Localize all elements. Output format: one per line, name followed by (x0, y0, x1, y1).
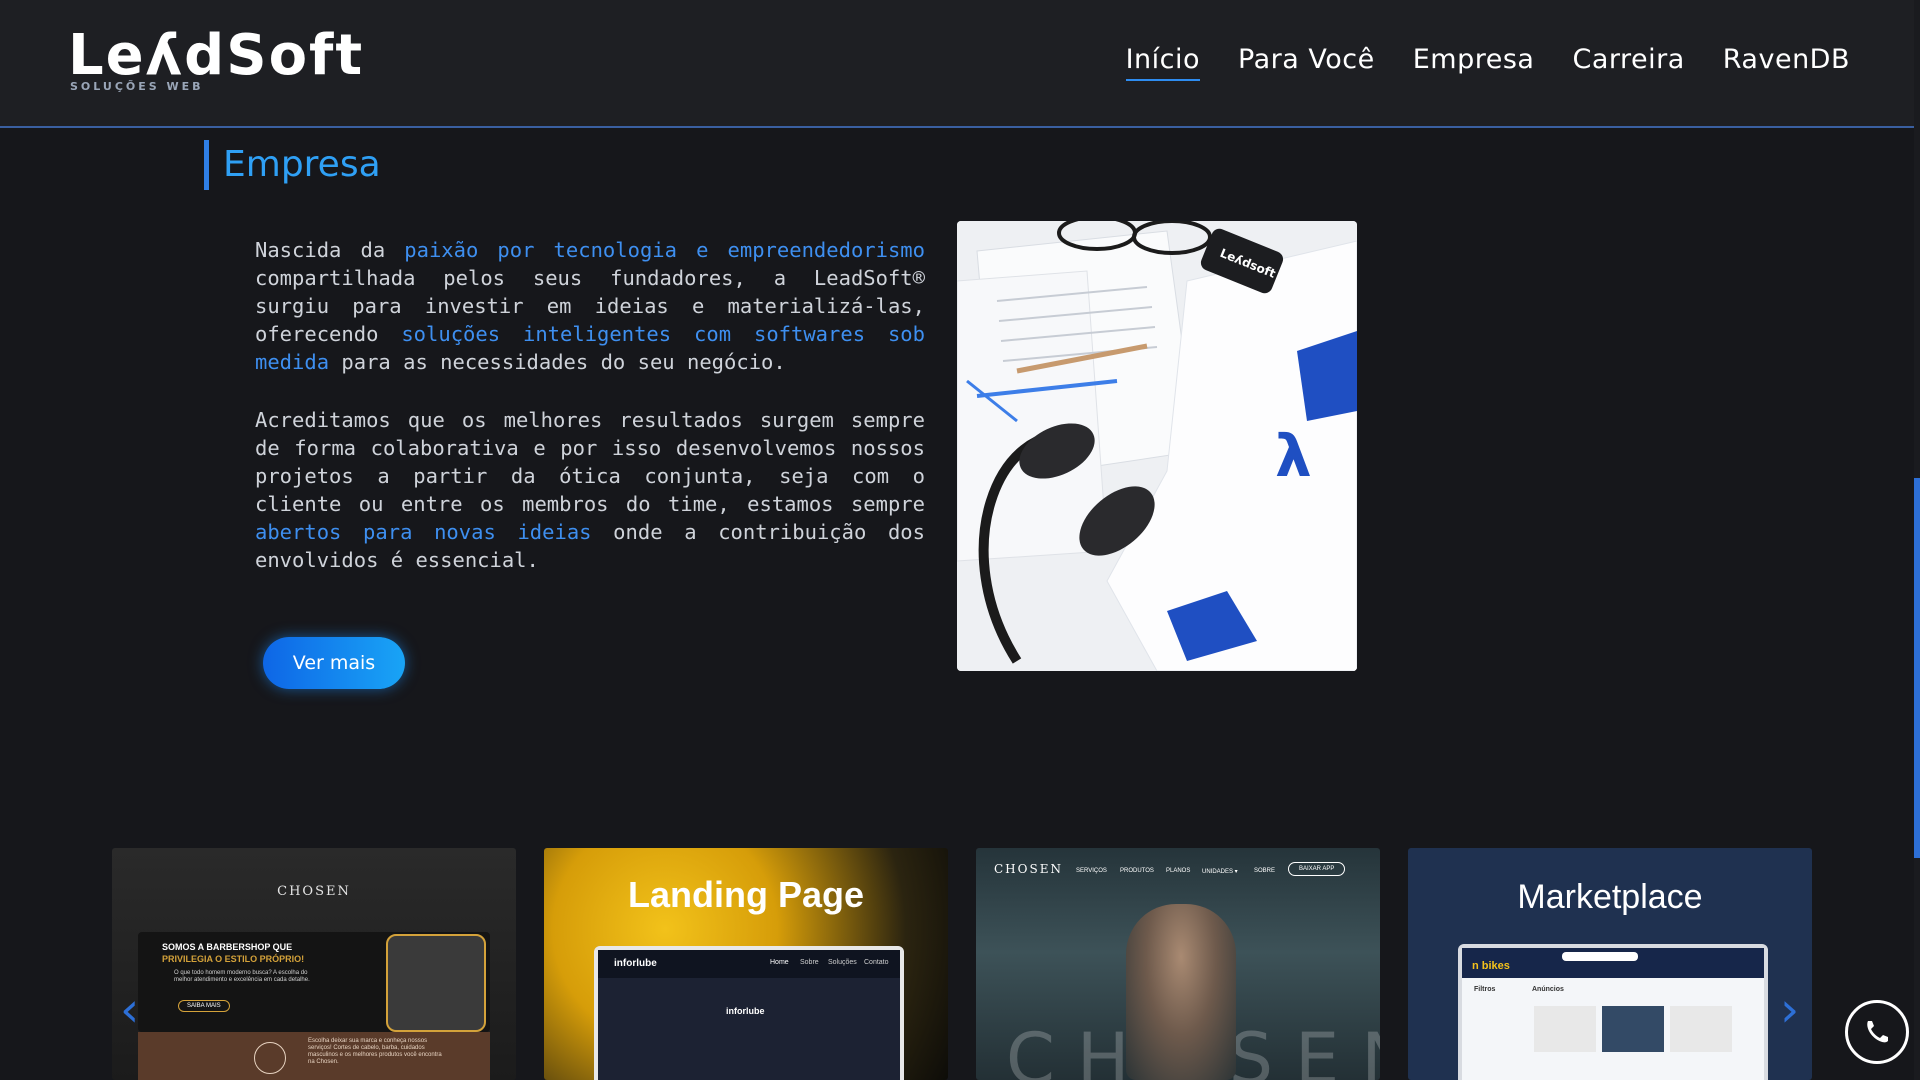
card2-nav-home: Home (770, 959, 789, 966)
p2-text-a: Acreditamos que os melhores resultados s… (255, 408, 925, 516)
p1-text-a: Nascida da (255, 238, 405, 262)
card1-text: O que todo homem moderno busca? A escolh… (174, 970, 310, 983)
card1-footer-text: Escolha deixar sua marca e conheça nosso… (308, 1038, 442, 1065)
card2-nav-contato: Contato (864, 959, 889, 966)
card4-listing-2 (1602, 1006, 1664, 1052)
card4-mockup-nav: n bikes (1462, 948, 1764, 978)
card2-nav-solucoes: Soluções (828, 959, 857, 966)
card4-search-bar (1562, 952, 1638, 961)
card3-baixar-app-button[interactable]: BAIXAR APP (1288, 862, 1346, 876)
card3-nav-planos: PLANOS (1166, 868, 1191, 874)
company-paragraph-1: Nascida da paixão por tecnologia e empre… (255, 236, 925, 376)
section-title: Empresa (204, 140, 381, 190)
card3-nav-unidades: UNIDADES ▾ (1202, 869, 1238, 875)
portfolio-card-marketplace[interactable]: Marketplace n bikes Filtros Anúncios (1408, 848, 1812, 1080)
card4-listings-title: Anúncios (1532, 986, 1564, 993)
nav-item-empresa[interactable]: Empresa (1413, 44, 1535, 81)
card3-nav-servicos: SERVIÇOS (1076, 868, 1107, 874)
card2-mockup-nav: inforlube Home Sobre Soluções Contato (598, 950, 900, 978)
card1-brand: CHOSEN (277, 884, 351, 899)
nav-item-carreira[interactable]: Carreira (1572, 44, 1684, 81)
carousel-next-icon[interactable]: › (1780, 982, 1799, 1038)
card1-video-thumb (386, 934, 486, 1032)
main-nav: Início Para Você Empresa Carreira RavenD… (1125, 44, 1850, 81)
nav-item-inicio[interactable]: Início (1125, 44, 1201, 81)
p2-highlight: abertos para novas ideias (255, 520, 592, 544)
card1-button[interactable]: SAIBA MAIS (178, 1000, 230, 1012)
card1-tagline: PRIVILEGIA O ESTILO PRÓPRIO! (162, 954, 305, 964)
card2-mockup: inforlube Home Sobre Soluções Contato in… (594, 946, 904, 1080)
company-photo: λ Leʎdsoft (957, 221, 1357, 671)
card1-hero: SOMOS A BARBERSHOP QUE PRIVILEGIA O ESTI… (138, 932, 490, 1032)
p1-text-c: para as necessidades do seu negócio. (329, 350, 786, 374)
portfolio-carousel: CHOSEN SOMOS A BARBERSHOP QUE PRIVILEGIA… (112, 848, 1812, 1080)
card2-nav-sobre: Sobre (800, 959, 819, 966)
logo-text: LeʎdSoft (68, 23, 365, 88)
card3-nav-produtos: PRODUTOS (1120, 868, 1154, 874)
p1-highlight-a: paixão por tecnologia e empreendedorismo (404, 238, 925, 262)
card2-hero-brand: inforlube (726, 1006, 765, 1016)
card4-brand: n bikes (1472, 960, 1510, 972)
card4-mockup: n bikes Filtros Anúncios (1458, 944, 1768, 1080)
card4-title: Marketplace (1517, 878, 1703, 916)
nav-item-ravendb[interactable]: RavenDB (1723, 44, 1850, 81)
scrollbar-thumb[interactable] (1914, 478, 1920, 858)
desk-photo-illustration: λ Leʎdsoft (957, 221, 1357, 671)
svg-text:λ: λ (1275, 422, 1312, 490)
whatsapp-glyph (1867, 1021, 1888, 1043)
card4-listing-3 (1670, 1006, 1732, 1052)
portfolio-card-landing-page[interactable]: Landing Page inforlube Home Sobre Soluçõ… (544, 848, 948, 1080)
portfolio-card-chosen-barbershop[interactable]: CHOSEN SOMOS A BARBERSHOP QUE PRIVILEGIA… (112, 848, 516, 1080)
card1-footer: Escolha deixar sua marca e conheça nosso… (138, 1032, 490, 1080)
leadsoft-logo[interactable]: LeʎdSoft SOLUÇÕES WEB (68, 23, 365, 94)
top-navbar: LeʎdSoft SOLUÇÕES WEB Início Para Você E… (0, 0, 1914, 128)
section-title-text: Empresa (223, 144, 381, 185)
card3-model-photo (1126, 904, 1236, 1080)
portfolio-card-chosen-site[interactable]: CHOSEN SERVIÇOS PRODUTOS PLANOS UNIDADES… (976, 848, 1380, 1080)
card4-filters-title: Filtros (1474, 986, 1496, 993)
card1-seal-icon (254, 1042, 286, 1074)
nav-item-para-voce[interactable]: Para Você (1238, 44, 1375, 81)
card1-headline: SOMOS A BARBERSHOP QUE (162, 942, 293, 952)
carousel-prev-icon[interactable]: ‹ (120, 982, 139, 1038)
company-paragraph-2: Acreditamos que os melhores resultados s… (255, 406, 925, 574)
card2-brand: inforlube (614, 958, 657, 969)
card3-brand: CHOSEN (994, 862, 1063, 876)
card4-listing-1 (1534, 1006, 1596, 1052)
ver-mais-button[interactable]: Ver mais (263, 637, 405, 689)
card2-title: Landing Page (627, 874, 865, 915)
whatsapp-icon[interactable] (1845, 1000, 1909, 1064)
card3-nav-sobre: SOBRE (1254, 868, 1276, 874)
